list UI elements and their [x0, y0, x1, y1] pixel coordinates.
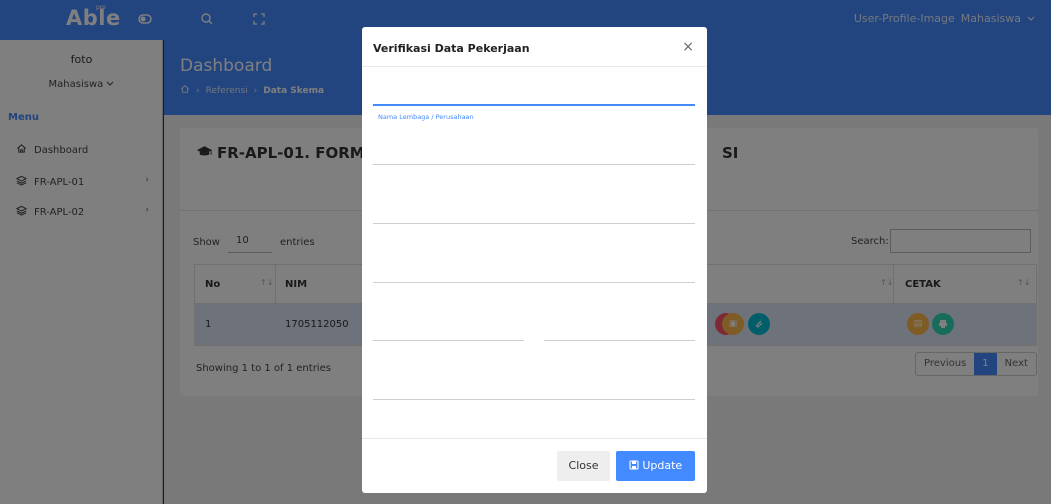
save-icon — [629, 459, 643, 472]
form-field-5a[interactable] — [373, 340, 524, 341]
institution-name-input[interactable] — [373, 104, 695, 106]
modal-footer-divider — [362, 438, 707, 439]
form-field-4[interactable] — [373, 282, 695, 283]
update-button[interactable]: Update — [616, 451, 695, 481]
form-field-6[interactable] — [373, 399, 695, 400]
form-field-5b[interactable] — [544, 340, 695, 341]
form-field-3[interactable] — [373, 223, 695, 224]
close-icon[interactable]: × — [682, 39, 694, 55]
institution-name-label: Nama Lembaga / Perusahaan — [378, 113, 474, 121]
verification-modal: Verifikasi Data Pekerjaan × Nama Lembaga… — [362, 27, 707, 493]
form-field-2[interactable] — [373, 164, 695, 165]
update-button-label: Update — [642, 459, 683, 472]
modal-title: Verifikasi Data Pekerjaan — [373, 42, 530, 55]
modal-header-divider — [362, 66, 707, 67]
close-button[interactable]: Close — [557, 451, 610, 481]
